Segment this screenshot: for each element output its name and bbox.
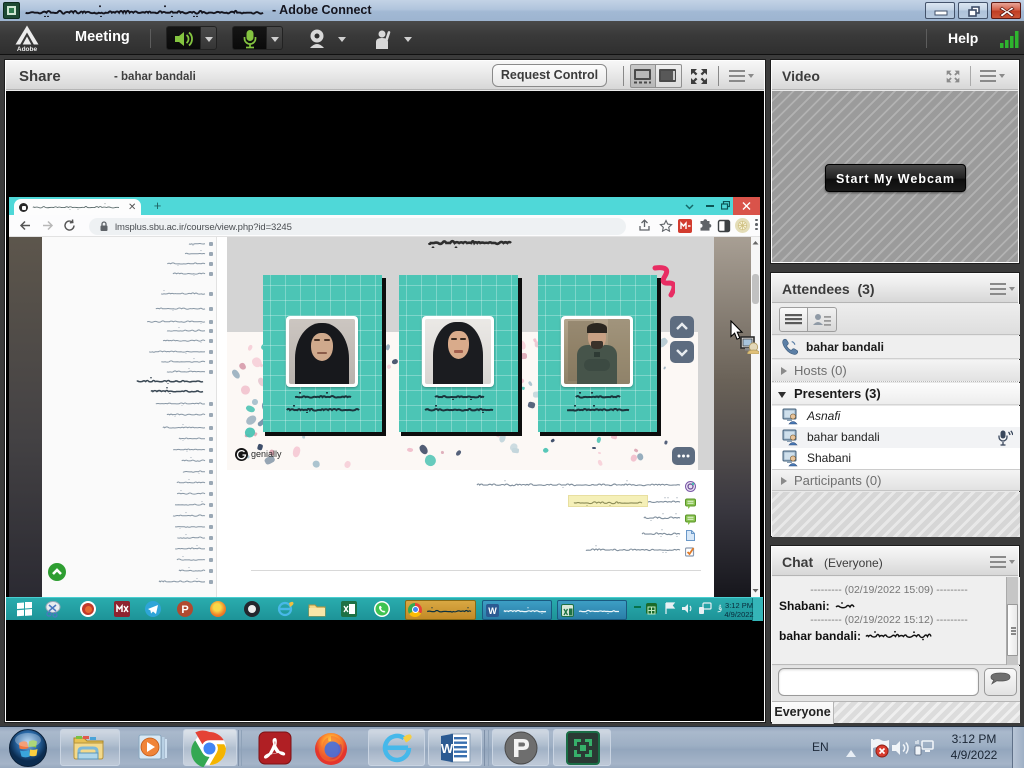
svg-text:W: W: [441, 741, 454, 756]
svg-text:P: P: [181, 604, 188, 616]
svg-text:W: W: [488, 606, 497, 616]
svg-text:Adobe: Adobe: [17, 46, 38, 51]
